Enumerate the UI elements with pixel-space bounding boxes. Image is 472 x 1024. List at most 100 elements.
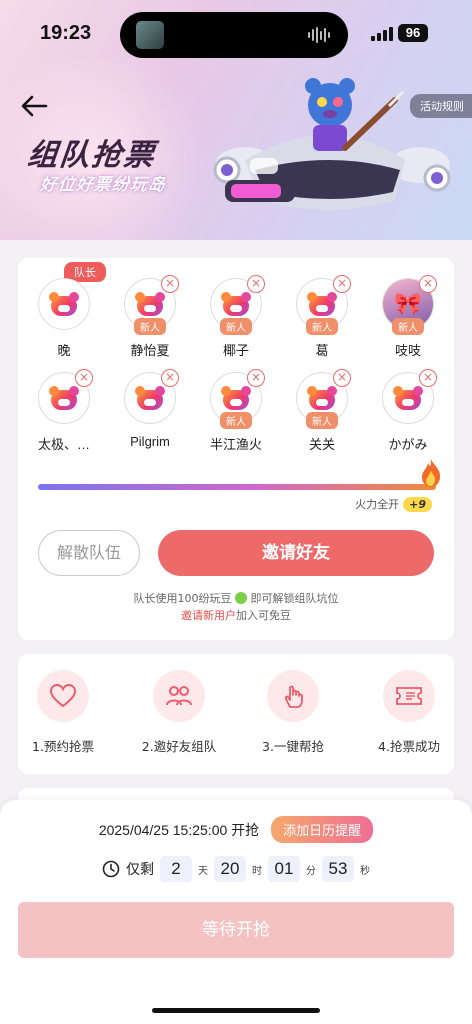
firepower-text: 火力全开	[355, 498, 400, 511]
member-name: 静怡夏	[130, 343, 170, 358]
days-unit: 天	[198, 865, 208, 877]
avatar: 🎀 × 新人	[382, 275, 437, 335]
bear-logo-icon	[393, 386, 423, 410]
seconds-unit: 秒	[360, 865, 370, 877]
wait-to-start-button[interactable]: 等待开抢	[18, 902, 454, 958]
team-member[interactable]: × 新人 关关	[282, 369, 362, 453]
step-item: 1.预约抢票	[8, 670, 118, 755]
cellular-signal-icon	[371, 27, 393, 41]
dynamic-island	[120, 12, 348, 58]
avatar: × 新人	[210, 275, 265, 335]
now-playing-thumbnail	[136, 21, 164, 49]
remove-member-icon[interactable]: ×	[161, 369, 179, 387]
unlock-tip-text-a: 队长使用100纷玩豆	[133, 592, 232, 605]
member-name: 半江渔火	[209, 437, 262, 452]
member-name: かがみ	[388, 437, 428, 452]
remove-member-icon[interactable]: ×	[75, 369, 93, 387]
invite-new-user-link[interactable]: 邀请新用户	[181, 609, 236, 622]
bean-icon	[235, 592, 247, 604]
team-member[interactable]: × 新人 椰子	[196, 275, 276, 359]
avatar: ×	[38, 369, 93, 424]
remove-member-icon[interactable]: ×	[419, 369, 437, 387]
remove-member-icon[interactable]: ×	[247, 369, 265, 387]
firepower-progress-bar	[38, 484, 436, 490]
firepower-label: 火力全开 +9	[355, 496, 432, 512]
unlock-tip: 队长使用100纷玩豆 即可解锁组队坑位	[18, 590, 454, 606]
dissolve-team-button[interactable]: 解散队伍	[38, 530, 140, 576]
team-card: 队长 晚 × 新人 静怡夏 × 新人 椰子 × 新人 葛 🎀 × 新人 吱吱 ×…	[18, 258, 454, 640]
avatar	[38, 278, 90, 330]
heart-icon	[37, 670, 89, 722]
banner-subtitle: 好位好票纷玩岛	[38, 175, 167, 195]
countdown-days: 2	[160, 856, 192, 882]
bear-logo-icon	[135, 292, 165, 316]
countdown-minutes: 01	[268, 856, 300, 882]
start-time-row: 2025/04/25 15:25:00 开抢 添加日历提醒	[0, 816, 472, 843]
remaining-label: 仅剩	[126, 862, 154, 878]
tap-hand-icon	[267, 670, 319, 722]
team-member[interactable]: 晚	[24, 278, 104, 359]
bear-logo-icon	[221, 386, 251, 410]
new-user-tag: 新人	[220, 318, 252, 335]
remove-member-icon[interactable]: ×	[419, 275, 437, 293]
team-member[interactable]: × 新人 葛	[282, 275, 362, 359]
step-item: 2.邀好友组队	[124, 670, 234, 755]
new-user-tag: 新人	[392, 318, 424, 335]
countdown-hours: 20	[214, 856, 246, 882]
battery-indicator: 96	[398, 24, 428, 42]
team-member[interactable]: × 新人 静怡夏	[110, 275, 190, 359]
member-name: 葛	[315, 343, 329, 358]
step-label: 3.一键帮抢	[262, 739, 324, 754]
audio-wave-icon	[308, 27, 330, 43]
steps-card: 1.预约抢票 2.邀好友组队 3.一键帮抢 4.抢票成功	[18, 654, 454, 774]
firepower-bonus-badge: +9	[403, 496, 432, 512]
remove-member-icon[interactable]: ×	[247, 275, 265, 293]
avatar: × 新人	[296, 369, 351, 429]
member-name: Pilgrim	[130, 434, 170, 449]
invite-tip: 邀请新用户加入可免豆	[18, 607, 454, 623]
bear-logo-icon	[307, 386, 337, 410]
team-member[interactable]: × 太极、…	[24, 369, 104, 453]
status-bar: 19:23 96	[0, 0, 472, 64]
clock-icon	[102, 860, 120, 878]
add-calendar-reminder-button[interactable]: 添加日历提醒	[271, 816, 374, 843]
team-member[interactable]: × Pilgrim	[110, 369, 190, 449]
remove-member-icon[interactable]: ×	[161, 275, 179, 293]
team-member[interactable]: × 新人 半江渔火	[196, 369, 276, 453]
unlock-tip-text-b: 即可解锁组队坑位	[250, 592, 339, 605]
ticket-icon	[383, 670, 435, 722]
invite-friends-button[interactable]: 邀请好友	[158, 530, 434, 576]
bear-logo-icon	[49, 292, 79, 316]
countdown: 仅剩 2 天 20 时 01 分 53 秒	[0, 856, 472, 882]
member-name: 晚	[57, 343, 71, 358]
new-user-tag: 新人	[306, 318, 338, 335]
team-member[interactable]: × かがみ	[368, 369, 448, 453]
step-label: 1.预约抢票	[32, 739, 94, 754]
countdown-seconds: 53	[322, 856, 354, 882]
bear-logo-icon	[49, 386, 79, 410]
status-time: 19:23	[40, 22, 92, 44]
spaceship-bear-illustration	[213, 78, 451, 210]
member-name: 椰子	[222, 343, 249, 358]
step-item: 3.一键帮抢	[238, 670, 348, 755]
avatar: × 新人	[296, 275, 351, 335]
bottom-sheet: 2025/04/25 15:25:00 开抢 添加日历提醒 仅剩 2 天 20 …	[0, 800, 472, 1024]
step-label: 2.邀好友组队	[141, 739, 217, 754]
avatar: × 新人	[210, 369, 265, 429]
avatar: ×	[124, 369, 179, 424]
remove-member-icon[interactable]: ×	[333, 275, 351, 293]
back-arrow-icon[interactable]	[18, 92, 50, 120]
people-icon	[153, 670, 205, 722]
invite-tip-text: 加入可免豆	[236, 609, 291, 622]
avatar: ×	[382, 369, 437, 424]
remove-member-icon[interactable]: ×	[333, 369, 351, 387]
step-item: 4.抢票成功	[354, 670, 464, 755]
new-user-tag: 新人	[220, 412, 252, 429]
bear-logo-icon	[135, 386, 165, 410]
banner-title: 组队抢票	[25, 138, 158, 173]
new-user-tag: 新人	[134, 318, 166, 335]
bear-logo-icon	[307, 292, 337, 316]
bear-logo-icon	[221, 292, 251, 316]
member-name: 吱吱	[394, 343, 421, 358]
team-member[interactable]: 🎀 × 新人 吱吱	[368, 275, 448, 359]
